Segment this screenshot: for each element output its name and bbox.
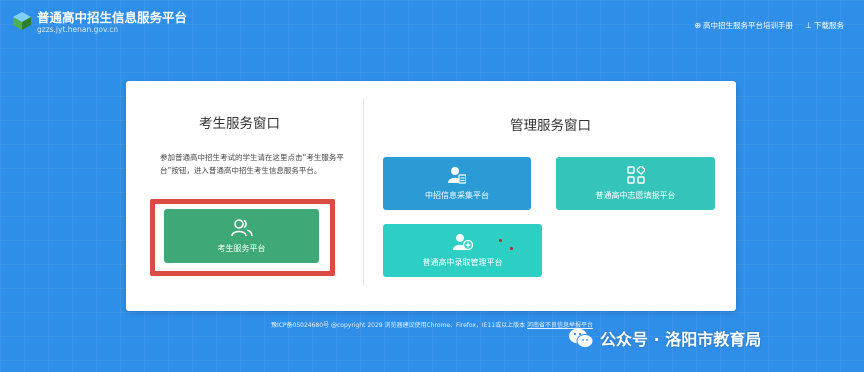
download-icon: ⊥ <box>805 21 812 30</box>
watermark: 公众号 · 洛阳市教育局 <box>568 326 761 350</box>
red-dot <box>499 239 502 242</box>
download-link[interactable]: ⊥ 下载服务 <box>805 20 844 31</box>
student-panel-title: 考生服务窗口 <box>199 116 280 132</box>
copyright: @copyright 2029 <box>330 322 383 329</box>
watermark-text: 公众号 · 洛阳市教育局 <box>600 330 762 349</box>
student-service-button[interactable]: 考生服务平台 <box>164 209 319 263</box>
user-id-icon <box>448 167 466 184</box>
logo-icon <box>13 12 31 30</box>
admission-management-button[interactable]: 普通高中录取管理平台 <box>383 224 542 277</box>
panel-divider <box>363 98 364 286</box>
info-collection-label: 中招信息采集平台 <box>425 191 489 200</box>
site-url: gzzs.jyt.henan.gov.cn <box>37 25 119 34</box>
icp-number: 豫ICP备05024680号 <box>270 322 330 329</box>
training-manual-link[interactable]: ⊕ 高中招生服务平台培训手册 <box>694 20 793 31</box>
volunteer-application-button[interactable]: 普通高中志愿填报平台 <box>556 157 715 210</box>
users-icon <box>230 218 253 236</box>
admission-management-label: 普通高中录取管理平台 <box>422 258 503 267</box>
student-service-label: 考生服务平台 <box>217 243 266 253</box>
grid-icon <box>626 166 645 184</box>
info-collection-button[interactable]: 中招信息采集平台 <box>383 157 531 210</box>
top-links: ⊕ 高中招生服务平台培训手册 ⊥ 下载服务 <box>694 20 844 31</box>
download-label: 下载服务 <box>814 21 844 30</box>
site-title: 普通高中招生信息服务平台 <box>37 10 188 25</box>
browser-note: 浏览器建议使用Chrome、Firefox，IE11或以上版本 <box>384 322 526 329</box>
wechat-icon <box>569 328 594 348</box>
book-icon: ⊕ <box>694 21 702 30</box>
volunteer-application-label: 普通高中志愿填报平台 <box>595 191 676 200</box>
admin-panel-title: 管理服务窗口 <box>510 118 591 134</box>
red-dot <box>510 247 513 250</box>
training-manual-label: 高中招生服务平台培训手册 <box>703 21 794 30</box>
site-header: 普通高中招生信息服务平台 gzzs.jyt.henan.gov.cn ⊕ 高中招… <box>0 0 864 40</box>
student-description: 参加普通高中招生考试的学生请在这里点击“考生服务平台”按钮，进入普通高中招生考生… <box>160 153 344 175</box>
user-add-icon <box>452 234 473 251</box>
